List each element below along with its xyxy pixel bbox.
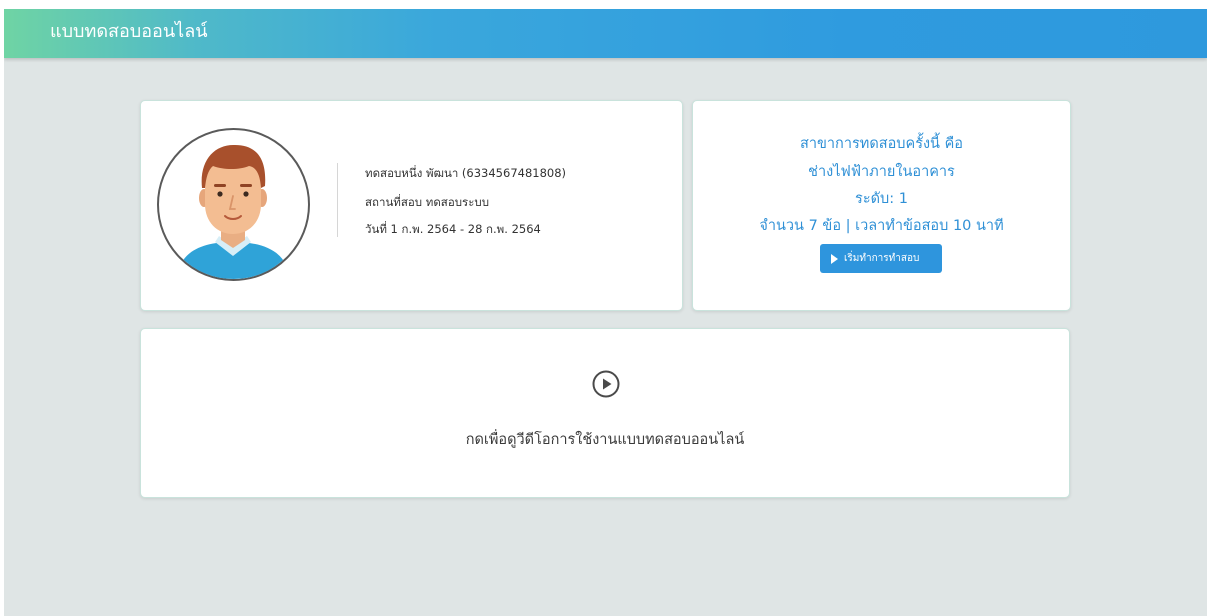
app-title: แบบทดสอบออนไลน์	[50, 21, 208, 42]
top-bar: แบบทดสอบออนไลน์	[4, 9, 1207, 58]
app-window: แบบทดสอบออนไลน์ ทดสอบหนึ่ง พัฒนา (633456…	[4, 9, 1207, 616]
tutorial-video-card[interactable]: กดเพื่อดูวีดีโอการใช้งานแบบทดสอบออนไลน์	[140, 328, 1070, 498]
exam-level: ระดับ: 1	[855, 191, 908, 207]
profile-card: ทดสอบหนึ่ง พัฒนา (6334567481808) สถานที่…	[140, 100, 683, 311]
exam-branch-name: ช่างไฟฟ้าภายในอาคาร	[808, 164, 955, 180]
male-avatar-icon	[157, 128, 310, 281]
candidate-name: ทดสอบหนึ่ง พัฒนา (6334567481808)	[365, 166, 567, 180]
play-circle-icon[interactable]	[592, 370, 620, 398]
exam-branch-heading: สาขาการทดสอบครั้งนี้ คือ	[800, 136, 963, 152]
exam-location: สถานที่สอบ ทดสอบระบบ	[365, 195, 489, 209]
profile-divider	[337, 163, 338, 237]
start-exam-label: เริ่มทำการทำสอบ	[844, 253, 920, 264]
exam-summary: จำนวน 7 ข้อ | เวลาทำข้อสอบ 10 นาที	[759, 218, 1004, 234]
exam-info-card: สาขาการทดสอบครั้งนี้ คือ ช่างไฟฟ้าภายในอ…	[692, 100, 1071, 311]
play-icon	[831, 254, 838, 264]
start-exam-button[interactable]: เริ่มทำการทำสอบ	[820, 244, 942, 273]
tutorial-video-link[interactable]: กดเพื่อดูวีดีโอการใช้งานแบบทดสอบออนไลน์	[141, 431, 1069, 449]
exam-date-range: วันที่ 1 ก.พ. 2564 - 28 ก.พ. 2564	[365, 222, 541, 236]
